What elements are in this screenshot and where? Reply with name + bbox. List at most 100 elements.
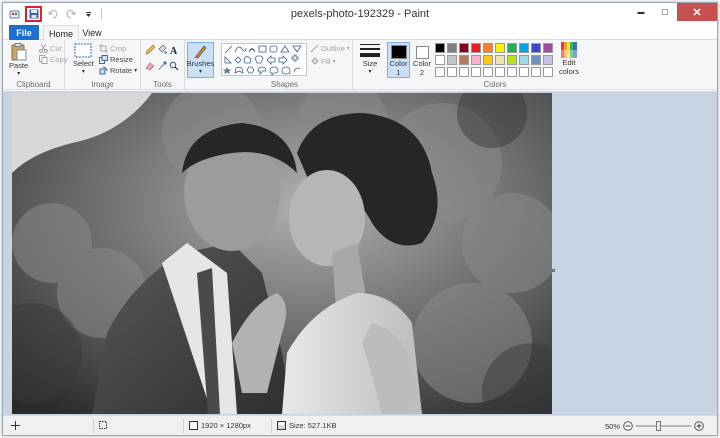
- fill-button[interactable]: Fill ▾: [310, 56, 350, 67]
- colors-group-label: Colors: [483, 80, 507, 89]
- dimensions-text: 1920 × 1280px: [201, 421, 251, 430]
- zoom-slider[interactable]: [636, 421, 692, 431]
- palette-swatch[interactable]: [543, 55, 553, 65]
- palette-swatch[interactable]: [471, 55, 481, 65]
- palette-swatch[interactable]: [531, 55, 541, 65]
- zoom-slider-thumb[interactable]: [656, 421, 662, 431]
- text-icon[interactable]: A: [169, 45, 179, 55]
- zoom-in-icon[interactable]: [694, 421, 704, 431]
- palette-swatch[interactable]: [471, 67, 481, 77]
- tab-file[interactable]: File: [9, 25, 39, 40]
- palette-swatch[interactable]: [435, 55, 445, 65]
- minimize-button[interactable]: ▬: [629, 3, 653, 21]
- tab-home[interactable]: Home: [43, 25, 79, 41]
- canvas-area[interactable]: [3, 91, 717, 415]
- copy-button[interactable]: Copy: [39, 54, 68, 65]
- palette-swatch[interactable]: [543, 67, 553, 77]
- palette-swatch[interactable]: [519, 55, 529, 65]
- zoom-level: 50%: [605, 421, 621, 431]
- palette-swatch[interactable]: [447, 55, 457, 65]
- palette-swatch[interactable]: [483, 67, 493, 77]
- magnifier-icon[interactable]: [169, 61, 179, 71]
- palette-swatch[interactable]: [483, 43, 493, 53]
- window-controls: ▬ □ ✕: [629, 3, 717, 21]
- palette-swatch[interactable]: [519, 43, 529, 53]
- shapes-group: Outline ▾ Fill ▾ Shapes: [217, 40, 353, 90]
- palette-swatch[interactable]: [507, 67, 517, 77]
- color1-num: 1: [396, 68, 401, 77]
- fill-bucket-icon[interactable]: [157, 45, 167, 55]
- edit-colors-button[interactable]: Edit colors: [557, 42, 581, 76]
- clipboard-group-label: Clipboard: [16, 80, 51, 89]
- palette-swatch[interactable]: [543, 43, 553, 53]
- palette-swatch[interactable]: [507, 43, 517, 53]
- palette-swatch[interactable]: [495, 43, 505, 53]
- clipboard-group: Paste ▾ Cut Copy Clipboard: [3, 40, 68, 90]
- palette-swatch[interactable]: [435, 43, 445, 53]
- image-group: Select ▾ Crop Resize Rotate ▾ Image: [65, 40, 141, 90]
- palette-swatch[interactable]: [447, 43, 457, 53]
- cut-button[interactable]: Cut: [39, 43, 68, 54]
- colors-group: Edit colors Colors: [433, 40, 583, 90]
- palette-swatch[interactable]: [471, 43, 481, 53]
- zoom-controls: 50%: [605, 421, 704, 431]
- size-button[interactable]: Size ▾: [357, 43, 383, 75]
- palette-swatch[interactable]: [459, 55, 469, 65]
- shapes-group-label: Shapes: [270, 80, 299, 89]
- palette-swatch[interactable]: [507, 55, 517, 65]
- palette-swatch[interactable]: [459, 43, 469, 53]
- outline-label: Outline: [321, 44, 345, 53]
- color-picker-icon[interactable]: [157, 61, 167, 71]
- copy-icon: [39, 55, 48, 64]
- eraser-icon[interactable]: [145, 61, 155, 71]
- selection-icon: [99, 421, 107, 429]
- edit-colors-label: Edit: [562, 58, 576, 67]
- palette-swatch[interactable]: [519, 67, 529, 77]
- paste-button[interactable]: Paste ▾: [9, 43, 28, 77]
- rotate-button[interactable]: Rotate ▾: [99, 65, 137, 76]
- dimensions-icon: [189, 421, 198, 430]
- color1-label: Color: [389, 59, 408, 68]
- crop-button[interactable]: Crop: [99, 43, 137, 54]
- select-icon: [74, 43, 92, 58]
- palette-swatch[interactable]: [495, 67, 505, 77]
- outline-icon: [310, 44, 319, 53]
- palette-swatch[interactable]: [531, 43, 541, 53]
- palette-swatch[interactable]: [459, 67, 469, 77]
- pencil-icon[interactable]: [145, 45, 155, 55]
- select-button[interactable]: Select ▾: [73, 43, 94, 75]
- size-label: Size: [362, 59, 378, 68]
- maximize-button[interactable]: □: [653, 3, 677, 21]
- outline-button[interactable]: Outline ▾: [310, 43, 350, 54]
- rotate-label: Rotate: [110, 66, 133, 75]
- photo-canvas[interactable]: [12, 93, 552, 414]
- status-bar: 1920 × 1280px Size: 527.1KB 50%: [3, 415, 717, 435]
- color2-label: Color: [413, 59, 431, 68]
- shapes-gallery[interactable]: [221, 43, 307, 76]
- palette-swatch[interactable]: [483, 55, 493, 65]
- file-size: Size: 527.1KB: [277, 421, 337, 430]
- canvas-resize-handle[interactable]: [552, 269, 555, 272]
- resize-button[interactable]: Resize: [99, 54, 137, 65]
- palette-swatch[interactable]: [447, 67, 457, 77]
- brushes-button[interactable]: Brushes ▾: [187, 42, 214, 78]
- select-label: Select: [73, 59, 94, 68]
- close-button[interactable]: ✕: [677, 3, 717, 21]
- edit-colors-label-2: colors: [558, 67, 579, 76]
- tab-view[interactable]: View: [81, 25, 103, 40]
- color2-button[interactable]: Color 2: [412, 42, 432, 78]
- brush-icon: [193, 45, 206, 59]
- palette-swatch[interactable]: [495, 55, 505, 65]
- ribbon: Paste ▾ Cut Copy Clipboard Select ▾ Crop…: [3, 40, 717, 90]
- tools-group-label: Tools: [153, 80, 172, 89]
- status-separator: [183, 419, 184, 433]
- image-dimensions: 1920 × 1280px: [189, 421, 251, 430]
- zoom-out-icon[interactable]: [623, 421, 633, 431]
- color1-button[interactable]: Color 1: [387, 42, 410, 78]
- couple-photo-image: [12, 93, 552, 414]
- palette-swatch[interactable]: [435, 67, 445, 77]
- paint-window: pexels-photo-192329 - Paint ▬ □ ✕ File H…: [2, 2, 718, 436]
- color2-swatch: [415, 46, 429, 59]
- palette-swatch[interactable]: [531, 67, 541, 77]
- scissors-icon: [39, 44, 48, 53]
